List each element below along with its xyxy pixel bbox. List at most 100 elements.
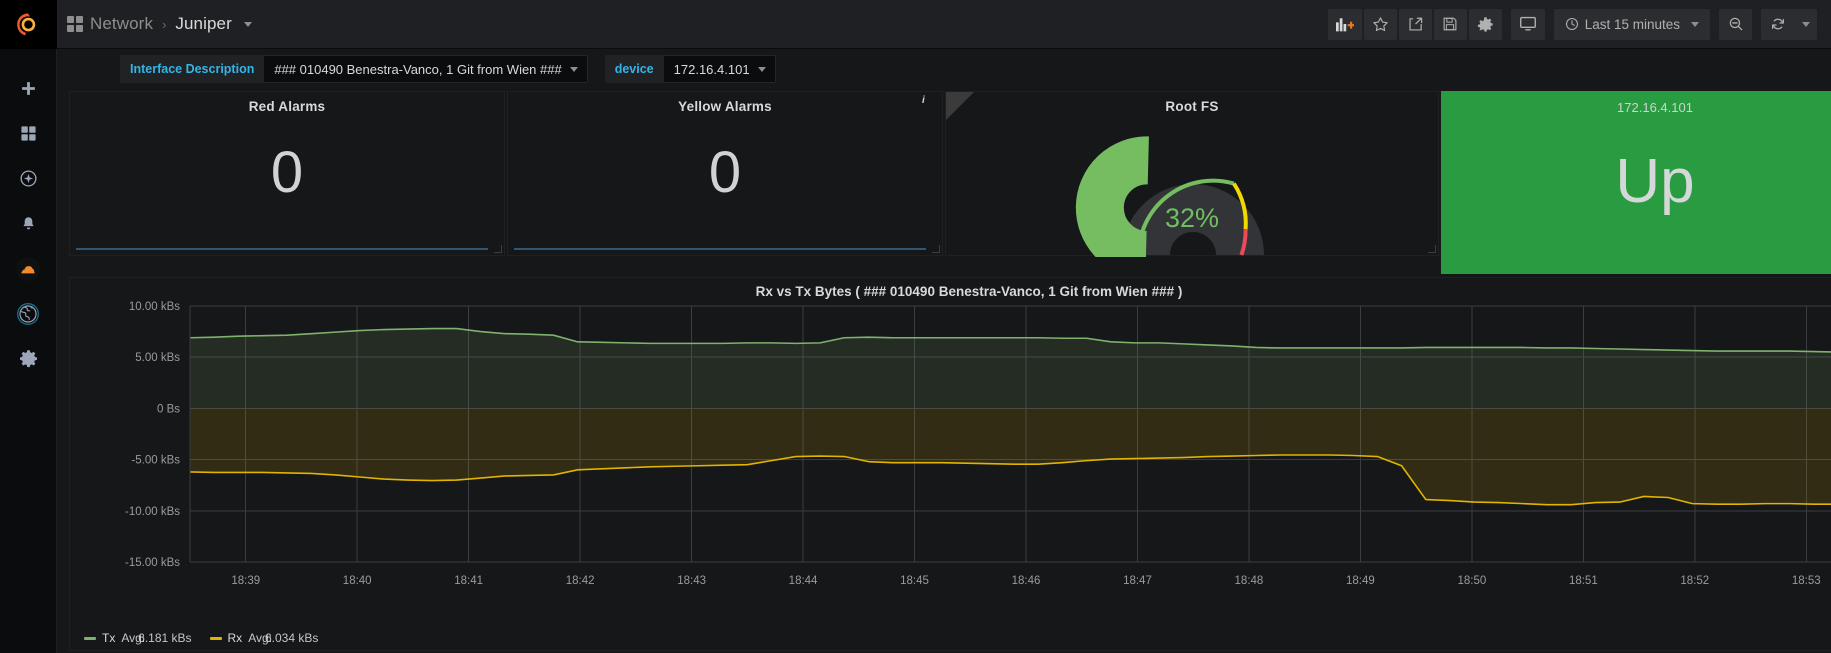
chevron-down-icon [569, 66, 578, 72]
panel-title: Red Alarms [248, 99, 326, 114]
x-axis-tick-label: 18:49 [1346, 575, 1375, 587]
panel-root-fs[interactable]: i Root FS 32% [922, 91, 1439, 279]
panel-interface-status[interactable]: 172.16.4.101 Up [1441, 91, 1831, 274]
legend-stat-value: 6.181 kBs [138, 631, 192, 645]
plus-icon [21, 82, 35, 95]
y-axis-tick-label: 0 Bs [157, 403, 180, 415]
share-dashboard-button[interactable] [1398, 8, 1432, 40]
monitor-icon [1519, 16, 1536, 31]
red-alarms-value: 0 [270, 139, 304, 205]
sidebar-item-cloud[interactable] [0, 246, 57, 291]
variable-label: device [604, 55, 664, 83]
dashboard-settings-button[interactable] [1468, 8, 1502, 40]
interface-status-value: Up [1615, 146, 1695, 216]
legend-series-name: Rx [227, 631, 243, 645]
x-axis-tick-label: 18:39 [231, 575, 260, 587]
sidebar-item-server-admin[interactable] [0, 291, 57, 336]
panel-title: 172.16.4.101 [1617, 100, 1693, 115]
save-dashboard-button[interactable] [1433, 8, 1467, 40]
variable-value-text: ### 010490 Benestra-Vanco, 1 Git from Wi… [274, 61, 562, 77]
chart-legend: Tx Avg: 6.181 kBs Rx Avg: 6.034 kBs [84, 631, 318, 645]
add-panel-button[interactable] [1327, 8, 1362, 40]
legend-swatch [84, 636, 96, 640]
x-axis-tick-label: 18:50 [1457, 575, 1486, 587]
star-icon [1372, 16, 1388, 31]
compass-icon [19, 170, 37, 187]
sparkline [514, 248, 926, 250]
x-axis-tick-label: 18:42 [566, 575, 595, 587]
info-letter: i [922, 95, 925, 106]
y-axis-tick-label: 5.00 kBs [135, 352, 180, 364]
refresh-icon [1771, 18, 1784, 30]
mark-favorite-button[interactable] [1363, 8, 1397, 40]
refresh-interval-dropdown[interactable] [1794, 8, 1817, 40]
navbar-actions: Last 15 minutes [1327, 8, 1817, 40]
refresh-dashboard-button[interactable] [1761, 8, 1794, 40]
sidebar-item-configuration[interactable] [0, 336, 57, 381]
variable-interface-description: Interface Description ### 010490 Benestr… [120, 55, 588, 83]
bell-icon [22, 216, 34, 229]
breadcrumb-folder[interactable]: Network [90, 14, 153, 34]
panel-yellow-alarms[interactable]: Yellow Alarms 0 [507, 91, 943, 256]
variable-value-dropdown[interactable]: 172.16.4.101 [663, 55, 776, 83]
variable-value-dropdown[interactable]: ### 010490 Benestra-Vanco, 1 Git from Wi… [264, 55, 588, 83]
panel-title: Root FS [1165, 99, 1219, 114]
template-variables-row: Interface Description ### 010490 Benestr… [57, 49, 1831, 89]
legend-item-rx[interactable]: Rx Avg: 6.034 kBs [209, 631, 319, 645]
sparkline [76, 248, 488, 250]
x-axis-tick-label: 18:53 [1792, 575, 1821, 587]
gauge-svg [1075, 136, 1264, 279]
zoom-out-time-button[interactable] [1719, 8, 1752, 40]
x-axis-tick-label: 18:44 [789, 575, 818, 587]
panel-red-alarms[interactable]: Red Alarms 0 [69, 91, 505, 256]
search-minus-icon [1729, 17, 1742, 31]
gear-icon [19, 350, 37, 368]
y-axis-tick-label: -5.00 kBs [131, 455, 180, 467]
series-area-rx [190, 408, 1831, 505]
x-axis-tick-label: 18:52 [1680, 575, 1709, 587]
legend-swatch [209, 636, 222, 640]
side-menu [0, 0, 57, 653]
variable-device: device 172.16.4.101 [604, 55, 776, 83]
legend-item-tx[interactable]: Tx Avg: 6.181 kBs [84, 631, 192, 645]
cycle-view-mode-button[interactable] [1510, 8, 1545, 40]
sidebar-item-create-add[interactable] [0, 66, 57, 111]
chevron-down-icon [1691, 21, 1699, 27]
x-axis-tick-label: 18:47 [1123, 575, 1152, 587]
x-axis-tick-label: 18:45 [900, 575, 929, 587]
x-axis-tick-label: 18:43 [677, 575, 706, 587]
gauge-value: 32% [1164, 202, 1220, 233]
x-axis-tick-label: 18:46 [1012, 575, 1041, 587]
breadcrumb: Network › Juniper [67, 14, 252, 34]
panel-title: Rx vs Tx Bytes ( ### 010490 Benestra-Van… [755, 284, 1183, 299]
legend-stat-value: 6.034 kBs [264, 631, 319, 645]
time-range-label: Last 15 minutes [1584, 16, 1680, 32]
x-axis-tick-label: 18:40 [343, 575, 372, 587]
clock-icon [1565, 17, 1578, 31]
sidebar-item-explore[interactable] [0, 156, 57, 201]
cloud-icon [16, 256, 40, 281]
time-range-picker[interactable]: Last 15 minutes [1553, 8, 1710, 40]
grafana-logo-icon[interactable] [0, 0, 57, 49]
page-title[interactable]: Juniper [175, 14, 231, 34]
save-disk-icon [1443, 17, 1457, 31]
chevron-down-icon[interactable] [243, 21, 252, 27]
breadcrumb-separator: › [162, 16, 167, 32]
apps-grid-icon [20, 126, 36, 141]
variable-value-text: 172.16.4.101 [673, 61, 750, 77]
globe-icon [17, 302, 39, 325]
navbar-button-group [1327, 8, 1502, 40]
series-area-tx [190, 328, 1831, 409]
chevron-down-icon [1801, 21, 1810, 27]
x-axis-tick-label: 18:41 [454, 575, 483, 587]
dashboard-grid-icon[interactable] [67, 16, 83, 32]
panel-rx-vs-tx-bytes[interactable]: Rx vs Tx Bytes ( ### 010490 Benestra-Van… [69, 277, 1831, 651]
main-column: Network › Juniper Last 15 minutes Interf… [57, 0, 1831, 653]
sidebar-item-alerting[interactable] [0, 201, 57, 246]
dashboard-canvas: Red Alarms 0 Yellow Alarms 0 i Root FS 3… [57, 89, 1831, 653]
y-axis-tick-label: -10.00 kBs [125, 506, 180, 518]
refresh-group [1761, 8, 1817, 40]
panel-title: Yellow Alarms [678, 99, 772, 114]
sidebar-item-dashboards[interactable] [0, 111, 57, 156]
x-axis-tick-label: 18:48 [1235, 575, 1264, 587]
